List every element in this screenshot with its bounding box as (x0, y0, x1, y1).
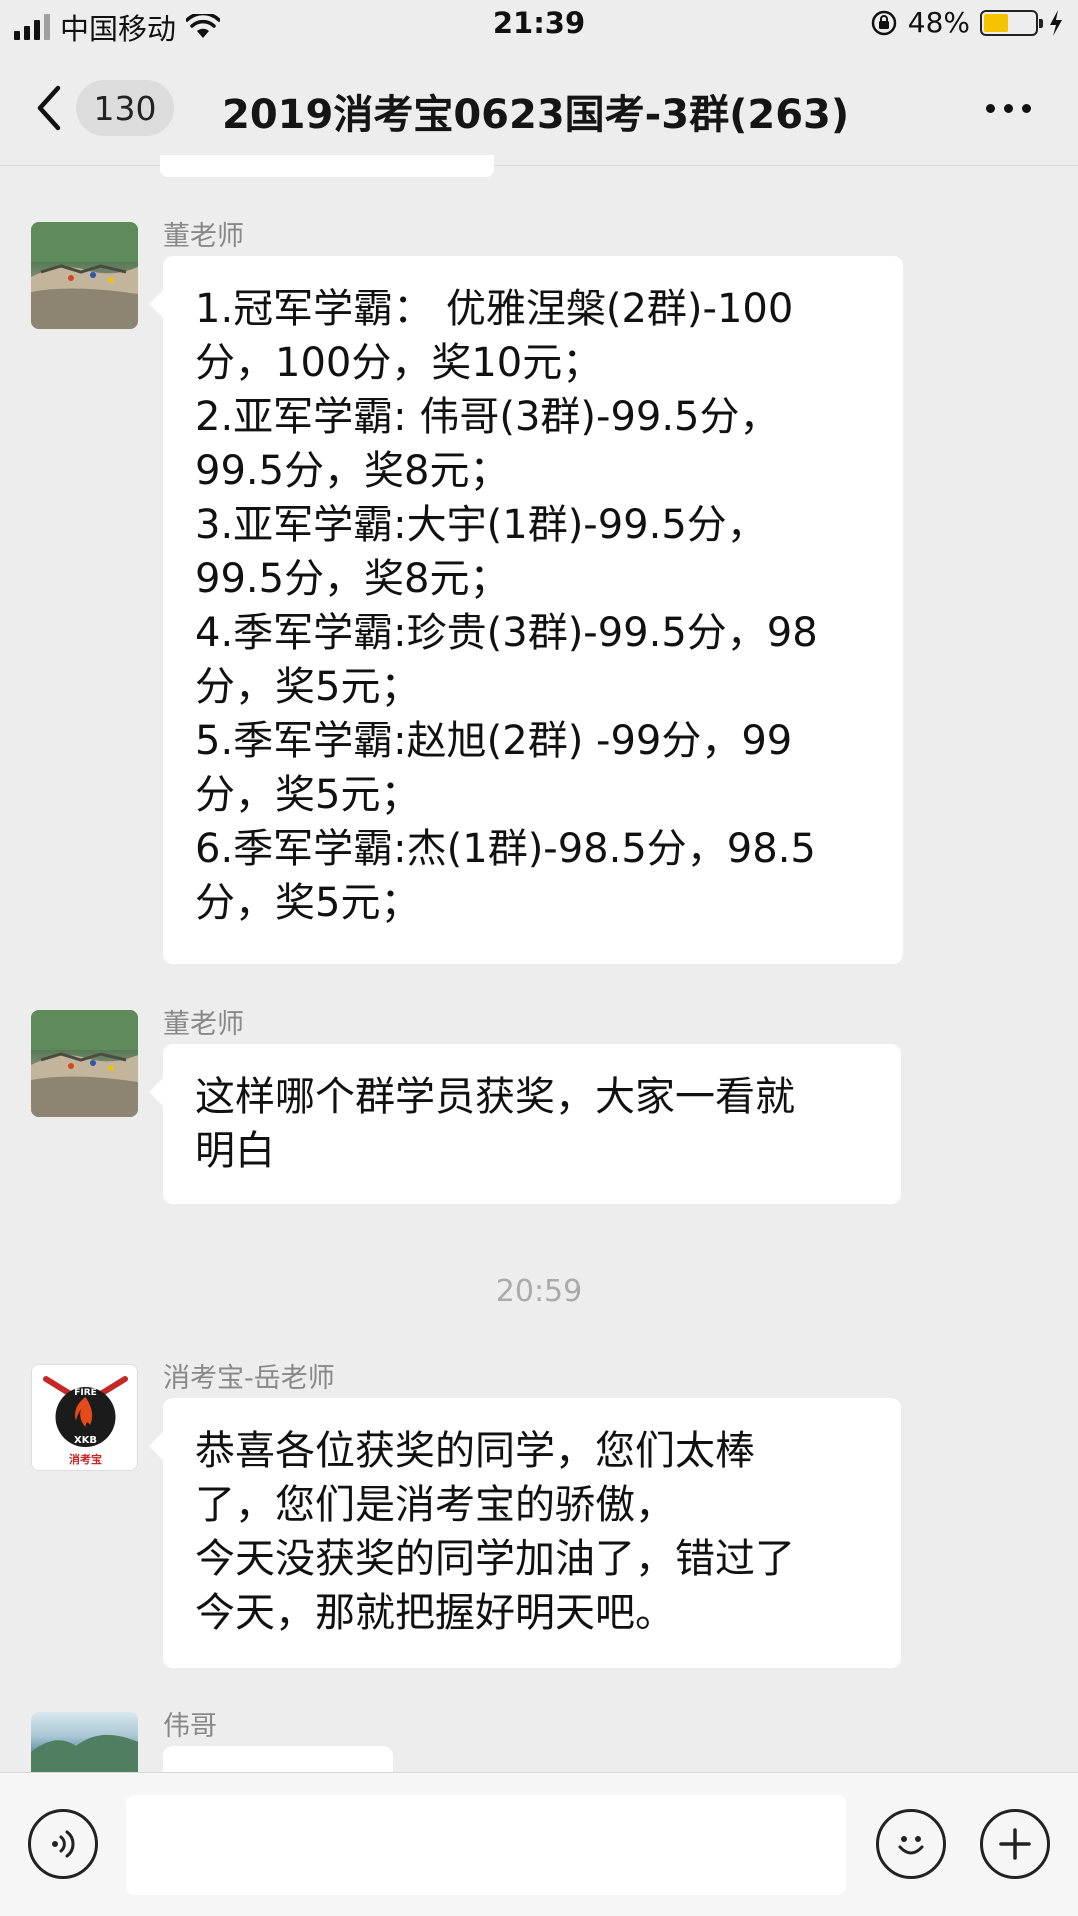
chat-timestamp: 20:59 (495, 1274, 583, 1309)
message-line: 3.亚军学霸:大宇(1群)-99.5分， (195, 502, 767, 548)
emoji-icon (898, 1836, 924, 1855)
battery-percent: 48% (907, 6, 970, 39)
battery-icon (980, 9, 1043, 36)
sender-avatar[interactable] (31, 222, 138, 329)
message-line: 了，您们是消考宝的骄傲， (195, 1482, 675, 1528)
sender-avatar[interactable]: FIRE XKB 消考宝 (31, 1364, 138, 1471)
message-line: 6.季军学霸:杰(1群)-98.5分，98.5 (195, 826, 816, 872)
status-right: 48% (870, 6, 1064, 39)
back-button[interactable]: 130 (30, 78, 180, 138)
sender-name: 消考宝-岳老师 (163, 1363, 335, 1394)
emoji-button[interactable] (876, 1809, 946, 1879)
message-bubble[interactable]: 这样哪个群学员获奖，大家一看就 明白 (149, 1044, 901, 1204)
chevron-left-icon (37, 85, 61, 131)
voice-icon (52, 1830, 75, 1858)
message-line: 今天没获奖的同学加油了，错过了 (195, 1536, 795, 1582)
message-line: 恭喜各位获奖的同学，您们太棒 (195, 1428, 755, 1474)
mountain-cliff-avatar-icon (31, 1010, 138, 1117)
chat-header: 130 2019消考宝0623国考-3群(263) (0, 48, 1078, 166)
message-text-input[interactable] (126, 1795, 846, 1895)
message-line: 分，100分，奖10元； (195, 340, 603, 386)
more-options-button[interactable] (978, 88, 1038, 128)
message-line: 今天，那就把握好明天吧。 (195, 1590, 675, 1636)
dot-icon (1003, 103, 1013, 113)
message-line: 2.亚军学霸: 伟哥(3群)-99.5分， (195, 394, 780, 440)
chat-title: 2019消考宝0623国考-3群(263) (222, 92, 850, 138)
message-line: 明白 (195, 1128, 275, 1174)
mountain-cliff-avatar-icon (31, 222, 138, 329)
message-input-bar (0, 1772, 1078, 1916)
dot-icon (1021, 103, 1031, 113)
message-bubble[interactable]: 恭喜各位获奖的同学，您们太棒 了，您们是消考宝的骄傲， 今天没获奖的同学加油了，… (149, 1398, 901, 1668)
sender-name: 伟哥 (163, 1711, 217, 1742)
fire-xkb-logo-avatar-icon: FIRE XKB 消考宝 (32, 1365, 137, 1470)
logo-top-text: FIRE (74, 1388, 97, 1398)
charging-bolt-icon (1050, 9, 1062, 36)
message-line: 99.5分，奖8元； (195, 448, 510, 494)
plus-button[interactable] (980, 1809, 1050, 1879)
status-bar: 中国移动 21:39 48% (0, 0, 1078, 48)
message-line: 分，奖5元； (195, 880, 421, 926)
dot-icon (985, 103, 995, 113)
sender-avatar[interactable] (31, 1712, 138, 1772)
message-line: 99.5分，奖8元； (195, 556, 510, 602)
logo-caption: 消考宝 (69, 1452, 102, 1466)
sender-name: 董老师 (163, 221, 244, 252)
chat-screen: 中国移动 21:39 48% 130 2019消考宝0623国考-3群(263)… (0, 0, 1078, 1916)
message-bubble[interactable] (163, 1746, 393, 1772)
voice-button[interactable] (28, 1809, 98, 1879)
logo-bottom-text: XKB (74, 1435, 97, 1446)
sender-name: 董老师 (163, 1009, 244, 1040)
plus-icon (999, 1828, 1031, 1860)
orientation-lock-icon (871, 10, 897, 35)
message-line: 这样哪个群学员获奖，大家一看就 (195, 1074, 795, 1120)
message-line: 4.季军学霸:珍贵(3群)-99.5分，98 (195, 610, 818, 656)
previous-message-bubble[interactable] (160, 155, 494, 177)
message-line: 分，奖5元； (195, 772, 421, 818)
message-bubble[interactable]: 1.冠军学霸： 优雅涅槃(2群)-100 分，100分，奖10元； 2.亚军学霸… (149, 256, 903, 964)
message-line: 分，奖5元； (195, 664, 421, 710)
sender-avatar[interactable] (31, 1010, 138, 1117)
unread-count-badge: 130 (76, 80, 174, 136)
message-line: 5.季军学霸:赵旭(2群) -99分，99 (195, 718, 793, 764)
landscape-avatar-icon (31, 1734, 138, 1772)
message-line: 1.冠军学霸： 优雅涅槃(2群)-100 (195, 286, 794, 332)
